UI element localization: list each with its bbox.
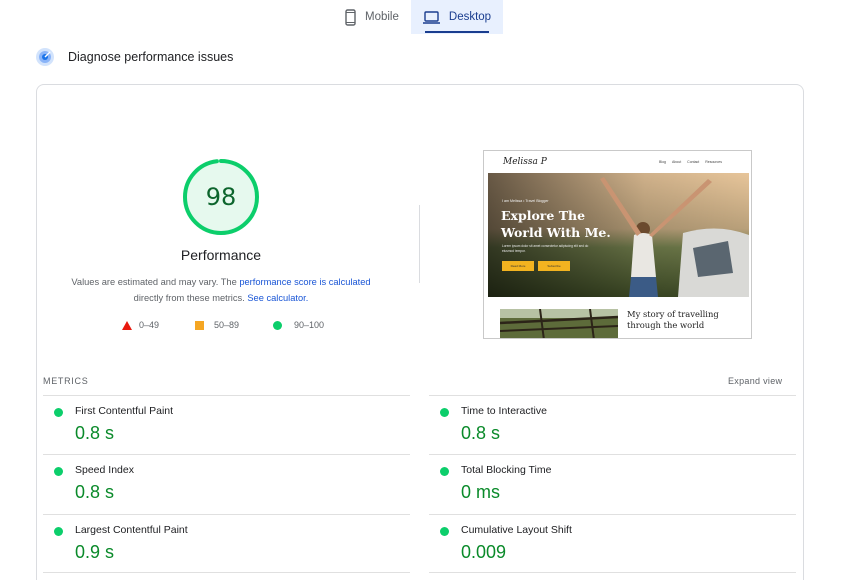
tab-mobile-label: Mobile: [365, 11, 399, 23]
metric-total-blocking-time: Total Blocking Time 0 ms: [429, 454, 796, 513]
metric-value: 0 ms: [461, 482, 501, 502]
metric-value: 0.8 s: [75, 423, 115, 443]
metric-speed-index: Speed Index 0.8 s: [43, 454, 410, 513]
laptop-icon: [422, 10, 440, 24]
metric-cumulative-layout-shift: Cumulative Layout Shift 0.009: [429, 514, 796, 573]
legend-pass-label: 90–100: [294, 320, 325, 330]
pass-circle-icon: [440, 527, 449, 536]
metric-value: 0.009: [461, 542, 507, 562]
metrics-heading: METRICS: [43, 376, 89, 386]
performance-score: 98: [205, 183, 237, 211]
note-text: Values are estimated and may vary. The: [71, 277, 240, 287]
metric-label: First Contentful Paint: [75, 405, 174, 417]
tab-desktop-label: Desktop: [448, 11, 492, 23]
calculator-link[interactable]: See calculator.: [247, 293, 308, 303]
preview-button-1: Read More: [502, 261, 534, 271]
preview-title-line2: World With Me.: [501, 225, 611, 240]
tab-mobile[interactable]: Mobile: [333, 0, 411, 34]
metric-label: Cumulative Layout Shift: [461, 524, 572, 536]
legend-average: 50–89: [195, 320, 239, 330]
legend-fail: 0–49: [122, 320, 159, 330]
preview-story-line1: My story of travelling: [627, 309, 719, 319]
page-screenshot: Melissa P Blog About Contact Resources I…: [483, 150, 752, 339]
preview-kicker: I am Melissa • Travel Blogger: [502, 199, 549, 203]
metric-label: Time to Interactive: [461, 405, 547, 417]
tab-desktop[interactable]: Desktop: [410, 0, 504, 34]
preview-story-image: [500, 309, 618, 338]
score-note: Values are estimated and may vary. The p…: [42, 274, 400, 306]
metric-first-contentful-paint: First Contentful Paint 0.8 s: [43, 395, 410, 454]
divider: [419, 205, 420, 283]
average-square-icon: [195, 320, 204, 330]
metric-value: 0.9 s: [75, 542, 115, 562]
note-text-2: directly from these metrics.: [133, 293, 248, 303]
legend-fail-label: 0–49: [139, 320, 160, 330]
metric-time-to-interactive: Time to Interactive 0.8 s: [429, 395, 796, 454]
preview-menu-item: Blog: [659, 160, 667, 164]
device-tabs: Mobile Desktop: [333, 0, 504, 34]
pass-circle-icon: [440, 467, 449, 476]
preview-menu: Blog About Contact Resources: [659, 160, 722, 164]
legend-average-label: 50–89: [214, 320, 240, 330]
preview-story-title: My story of travelling through the world: [627, 309, 719, 331]
fail-triangle-icon: [122, 320, 132, 330]
metric-label: Largest Contentful Paint: [75, 524, 188, 536]
preview-title: Explore The World With Me.: [501, 207, 611, 241]
preview-menu-item: About: [672, 160, 682, 164]
preview-menu-item: Contact: [687, 160, 700, 164]
metric-largest-contentful-paint: Largest Contentful Paint 0.9 s: [43, 514, 410, 573]
metric-label: Total Blocking Time: [461, 464, 552, 476]
pass-circle-icon: [54, 527, 63, 536]
preview-story-line2: through the world: [627, 320, 705, 330]
expand-view-button[interactable]: Expand view: [728, 376, 782, 386]
pass-circle-icon: [440, 408, 449, 417]
metric-value: 0.8 s: [75, 482, 115, 502]
legend-pass: 90–100: [273, 320, 324, 330]
preview-menu-item: Resources: [705, 160, 722, 164]
pass-circle-icon: [54, 467, 63, 476]
phone-icon: [345, 8, 356, 26]
preview-title-line1: Explore The: [501, 208, 586, 223]
score-calculated-link[interactable]: performance score is calculated: [239, 277, 370, 287]
preview-nav: Melissa P Blog About Contact Resources: [484, 151, 751, 173]
preview-logo: Melissa P: [503, 157, 547, 167]
preview-text: Lorem ipsum dolor sit amet consectetur a…: [502, 244, 589, 253]
diagnose-heading: Diagnose performance issues: [36, 48, 233, 66]
pass-circle-icon: [54, 408, 63, 417]
metric-value: 0.8 s: [461, 423, 501, 443]
metric-label: Speed Index: [75, 464, 134, 476]
pass-circle-icon: [273, 320, 282, 330]
diagnose-icon: [36, 48, 54, 66]
performance-label: Performance: [180, 247, 262, 263]
preview-button-2: Subscribe: [538, 261, 570, 271]
section-title: Diagnose performance issues: [68, 50, 234, 64]
